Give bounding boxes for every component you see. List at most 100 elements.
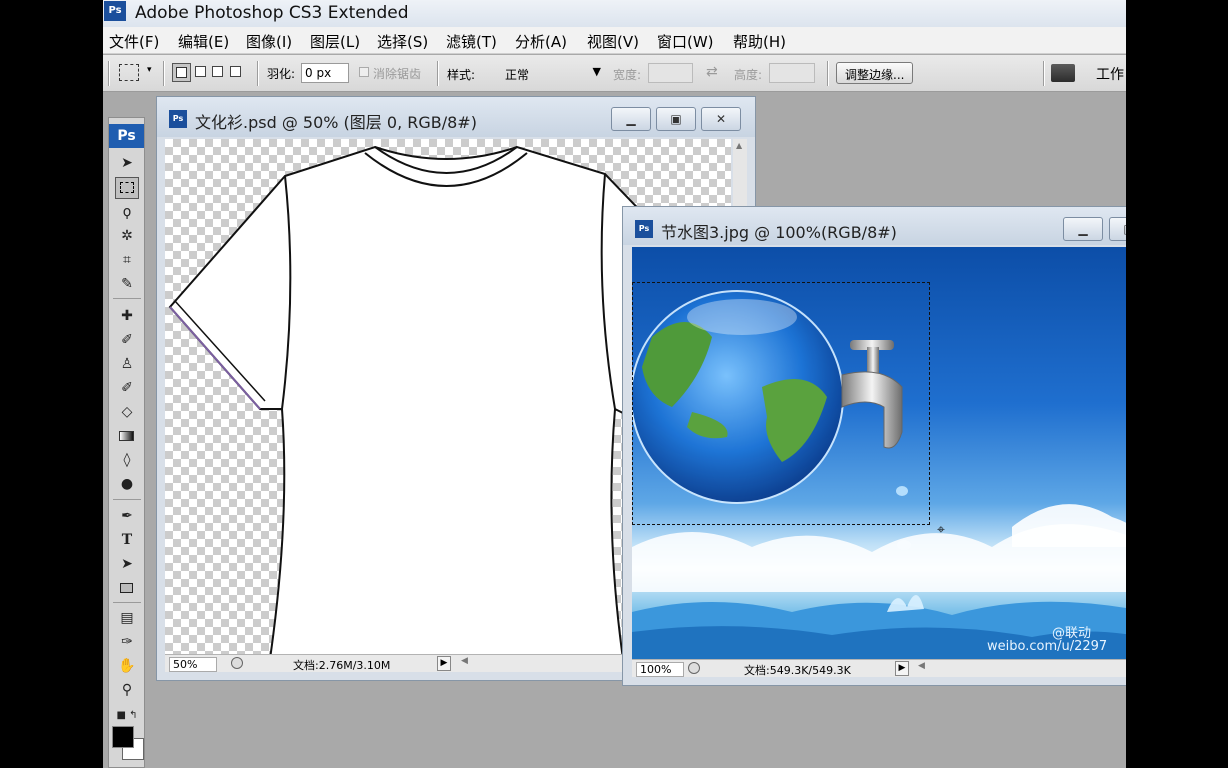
foreground-color-swatch[interactable] [112,726,134,748]
feather-label: 羽化: [267,67,296,81]
tool-separator [113,298,141,299]
history-brush-tool-icon[interactable]: ✐ [115,377,139,399]
photoshop-logo-icon: Ps [104,1,126,21]
document-ps-icon: Ps [169,110,187,128]
menu-filter[interactable]: 滤镜(T) [446,31,497,52]
height-input[interactable] [769,63,815,83]
document-title-bar[interactable]: Ps 文化衫.psd @ 50% (图层 0, RGB/8#) ▁ ▣ ✕ [157,97,755,137]
new-selection-icon[interactable] [172,63,191,82]
style-label: 样式: [447,68,476,82]
tools-panel: Ps ➤ ϙ ✲ ⌗ ✎ ✚ ✐ ♙ ✐ ◇ ◊ ● ✒ T ➤ ▤ ✑ ✋ ⚲… [108,117,145,768]
chevron-down-icon: ▼ [592,65,601,78]
menu-edit[interactable]: 编辑(E) [178,31,229,52]
width-label: 宽度: [613,68,642,82]
minimize-button[interactable]: ▁ [611,107,651,131]
status-icon[interactable] [688,662,700,674]
eyedropper-tool-icon[interactable]: ✑ [115,631,139,653]
menu-file[interactable]: 文件(F) [109,31,159,52]
separator [257,61,258,86]
photoshop-badge: Ps [109,124,144,148]
height-label: 高度: [734,68,763,82]
blur-tool-icon[interactable]: ◊ [115,449,139,471]
minimize-button[interactable]: ▁ [1063,217,1103,241]
style-select-value: 正常 [505,68,530,82]
type-tool-icon[interactable]: T [115,529,139,551]
move-tool-icon[interactable]: ➤ [115,152,139,174]
tool-separator [113,602,141,603]
options-bar: ▾ 羽化: 0 px 消除锯齿 样式: 正常 ▼ 宽度: ⇄ 高度: 调整边缘.… [103,55,1126,92]
antialias-checkbox[interactable] [359,67,369,77]
workspace-label[interactable]: 工作! [1096,64,1126,84]
rect-marquee-preset-icon[interactable] [119,64,139,81]
document-title: 节水图3.jpg @ 100%(RGB/8#) [661,223,897,242]
lasso-tool-icon[interactable]: ϙ [115,201,139,223]
add-to-selection-icon[interactable] [195,66,206,77]
refine-edge-button[interactable]: 调整边缘... [836,62,914,84]
feather-input[interactable]: 0 px [301,63,349,83]
dodge-tool-icon[interactable]: ● [115,473,139,495]
path-selection-tool-icon[interactable]: ➤ [115,553,139,575]
zoom-field[interactable]: 50% [169,657,217,672]
options-grip [108,61,109,86]
gradient-tool-icon[interactable] [115,425,139,447]
menu-image[interactable]: 图像(I) [246,31,292,52]
menu-select[interactable]: 选择(S) [377,31,428,52]
tool-separator [113,499,141,500]
preset-dropdown-icon[interactable]: ▾ [147,65,152,75]
separator [163,61,164,86]
menu-window[interactable]: 窗口(W) [657,31,714,52]
separator [1043,61,1044,86]
scroll-left-icon[interactable]: ◀ [918,661,925,671]
document-status-bar: 100% 文档:549.3K/549.3K ▶ ◀ [632,659,1126,677]
separator [827,61,828,86]
menu-view[interactable]: 视图(V) [587,31,639,52]
zoom-field[interactable]: 100% [636,662,684,677]
watermark-text: weibo.com/u/2297 [987,639,1108,654]
title-bar: Ps Adobe Photoshop CS3 Extended [103,0,1126,27]
menu-bar: 文件(F) 编辑(E) 图像(I) 图层(L) 选择(S) 滤镜(T) 分析(A… [103,27,1126,54]
subtract-from-selection-icon[interactable] [212,66,223,77]
default-colors-icon[interactable]: ■ ↰ [115,705,139,727]
bridge-icon[interactable] [1051,64,1075,82]
document-ps-icon: Ps [635,220,653,238]
rect-marquee-tool-icon[interactable] [115,177,139,199]
healing-brush-tool-icon[interactable]: ✚ [115,305,139,327]
pen-tool-icon[interactable]: ✒ [115,505,139,527]
clone-stamp-tool-icon[interactable]: ♙ [115,353,139,375]
maximize-button[interactable]: ▣ [656,107,696,131]
close-button[interactable]: ✕ [701,107,741,131]
menu-help[interactable]: 帮助(H) [733,31,786,52]
swap-icon[interactable]: ⇄ [706,64,718,80]
eraser-tool-icon[interactable]: ◇ [115,401,139,423]
shape-tool-icon[interactable] [115,577,139,599]
document-info: 文档:2.76M/3.10M [293,659,391,672]
photoshop-app: Ps Adobe Photoshop CS3 Extended 文件(F) 编辑… [103,0,1126,768]
rect-selection-marquee[interactable] [632,282,930,525]
document-window-water[interactable]: Ps 节水图3.jpg @ 100%(RGB/8#) ▁ ▣ [622,206,1126,686]
width-input[interactable] [648,63,693,83]
document-title-bar[interactable]: Ps 节水图3.jpg @ 100%(RGB/8#) ▁ ▣ [623,207,1126,245]
scroll-up-icon[interactable]: ▲ [736,141,742,150]
notes-tool-icon[interactable]: ▤ [115,607,139,629]
menu-analysis[interactable]: 分析(A) [515,31,567,52]
crop-tool-icon[interactable]: ⌗ [115,249,139,271]
intersect-selection-icon[interactable] [230,66,241,77]
style-select[interactable]: 正常 ▼ [499,63,603,84]
status-menu-arrow-icon[interactable]: ▶ [437,656,451,671]
antialias-label: 消除锯齿 [373,67,422,81]
scroll-left-icon[interactable]: ◀ [461,656,468,666]
status-icon[interactable] [231,657,243,669]
zoom-tool-icon[interactable]: ⚲ [115,679,139,701]
maximize-button[interactable]: ▣ [1109,217,1126,241]
menu-layer[interactable]: 图层(L) [310,31,360,52]
water-saving-canvas[interactable]: @联动 weibo.com/u/2297 [632,247,1126,660]
magic-wand-tool-icon[interactable]: ✲ [115,225,139,247]
screen: Ps Adobe Photoshop CS3 Extended 文件(F) 编辑… [0,0,1228,768]
hand-tool-icon[interactable]: ✋ [115,655,139,677]
status-menu-arrow-icon[interactable]: ▶ [895,661,909,676]
window-title: Adobe Photoshop CS3 Extended [135,3,409,23]
slice-tool-icon[interactable]: ✎ [115,273,139,295]
brush-tool-icon[interactable]: ✐ [115,329,139,351]
document-info: 文档:549.3K/549.3K [744,664,851,677]
separator [437,61,438,86]
